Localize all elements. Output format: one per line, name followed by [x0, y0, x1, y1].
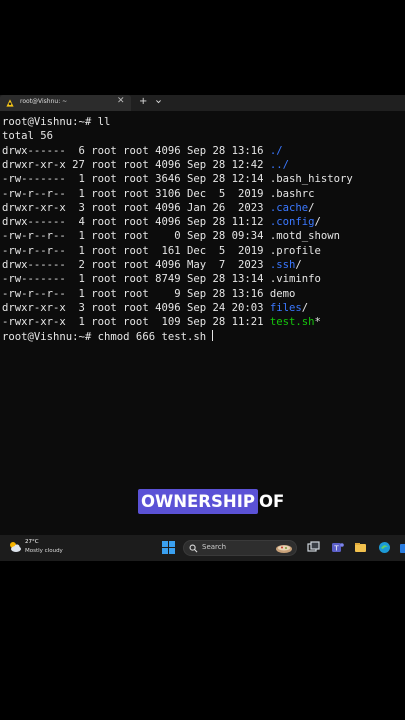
terminal-output[interactable]: root@Vishnu:~# ll total 56 drwx------ 6 … — [0, 111, 405, 535]
terminal-line: -rwxr-xr-x 1 root root 109 Sep 28 11:21 … — [2, 316, 321, 329]
file-explorer-icon[interactable] — [354, 541, 367, 554]
terminal-line: drwxr-xr-x 3 root root 4096 Sep 24 20:03… — [2, 301, 309, 314]
new-tab-button[interactable]: + — [139, 96, 147, 107]
file-name: .bash_history — [269, 173, 353, 186]
dir-name: .config — [269, 216, 315, 229]
windows-start-icon[interactable] — [162, 541, 175, 554]
caption-highlight: OWNERSHIP — [138, 489, 258, 514]
search-icon — [189, 544, 198, 553]
windows-taskbar: 27°C Mostly cloudy Search T — [0, 535, 405, 561]
file-name: .motd_shown — [269, 230, 341, 243]
search-label: Search — [202, 543, 227, 551]
video-caption: OWNERSHIP OF — [138, 489, 284, 514]
terminal-line: -rw-r--r-- 1 root root 0 Sep 28 09:34 .m… — [2, 230, 341, 243]
terminal-line: -rw------- 1 root root 8749 Sep 28 13:14… — [2, 273, 321, 286]
terminal-line: -rw-r--r-- 1 root root 161 Dec 5 2019 .p… — [2, 244, 321, 257]
caption-text: OF — [258, 492, 285, 511]
text-cursor — [212, 329, 214, 341]
terminal-line: drwxr-xr-x 3 root root 4096 Jan 26 2023 … — [2, 201, 315, 214]
taskbar-search-box[interactable]: Search — [183, 540, 297, 556]
dir-name: .ssh — [269, 259, 296, 271]
svg-text:T: T — [333, 545, 339, 553]
terminal-line: root@Vishnu:~# ll — [2, 116, 111, 128]
dir-name: .cache — [269, 201, 309, 214]
terminal-line: drwxr-xr-x 27 root root 4096 Sep 28 12:4… — [2, 158, 290, 171]
linux-penguin-icon — [6, 99, 14, 107]
terminal-line: drwx------ 4 root root 4096 Sep 28 11:12… — [2, 216, 321, 229]
search-highlight-icon — [276, 545, 292, 553]
teams-icon[interactable]: T — [331, 541, 344, 554]
weather-temperature: 27°C — [25, 539, 39, 545]
terminal-line: drwx------ 6 root root 4096 Sep 28 13:16… — [2, 144, 283, 157]
tab-close-button[interactable]: ✕ — [117, 96, 125, 106]
weather-description: Mostly cloudy — [25, 548, 63, 554]
terminal-command-line[interactable]: root@Vishnu:~# chmod 666 test.sh — [2, 329, 214, 344]
dir-name: ./ — [269, 144, 283, 157]
terminal-tab-bar: root@Vishnu: ~ ✕ + — [0, 95, 405, 111]
weather-cloudy-icon[interactable] — [8, 540, 22, 554]
chevron-down-icon[interactable] — [155, 98, 162, 105]
terminal-line: -rw-r--r-- 1 root root 9 Sep 28 13:16 de… — [2, 287, 296, 300]
terminal-tab[interactable]: root@Vishnu: ~ ✕ — [0, 95, 131, 111]
top-letterbox — [0, 0, 405, 95]
bottom-letterbox — [0, 561, 405, 720]
exec-file-name: test.sh — [269, 316, 315, 329]
terminal-line: drwx------ 2 root root 4096 May 7 2023 .… — [2, 259, 302, 271]
file-name: .bashrc — [269, 187, 315, 200]
dir-name: files — [269, 301, 302, 314]
tab-title: root@Vishnu: ~ — [20, 98, 68, 105]
task-view-icon[interactable] — [307, 541, 320, 554]
edge-icon[interactable] — [378, 541, 391, 554]
file-name: .profile — [269, 244, 321, 257]
store-icon[interactable] — [399, 541, 405, 554]
terminal-line: total 56 — [2, 130, 54, 143]
file-name: demo — [269, 287, 296, 300]
terminal-line: -rw------- 1 root root 3646 Sep 28 12:14… — [2, 173, 353, 186]
terminal-line: -rw-r--r-- 1 root root 3106 Dec 5 2019 .… — [2, 187, 315, 200]
file-name: .viminfo — [269, 273, 321, 286]
dir-name: ../ — [269, 158, 290, 171]
